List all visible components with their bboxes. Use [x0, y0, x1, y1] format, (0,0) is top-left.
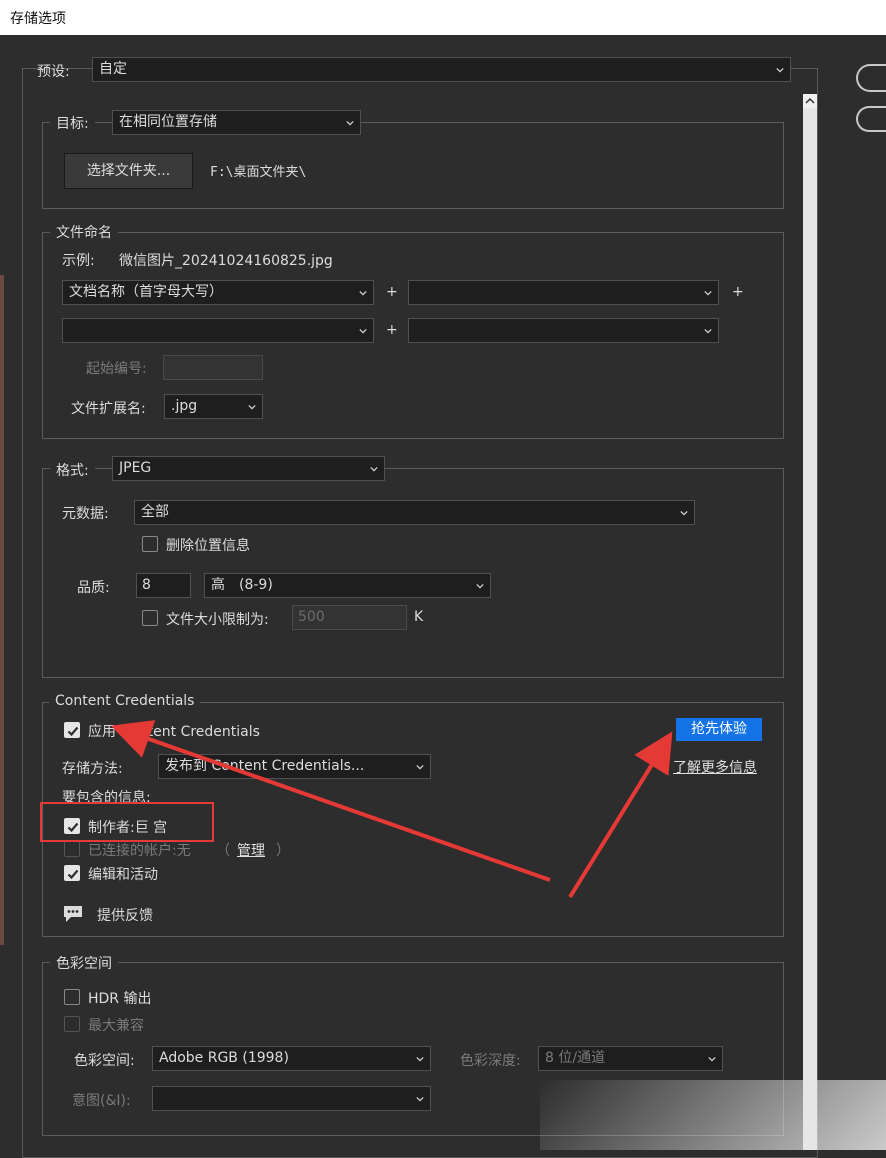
max-compat-checkbox[interactable] [64, 1016, 80, 1032]
chevron-down-icon [476, 582, 484, 590]
metadata-label: 元数据: [62, 506, 109, 522]
preset-select[interactable]: 自定 [92, 57, 791, 82]
manage-link[interactable]: 管理 [237, 840, 265, 860]
learn-more-link[interactable]: 了解更多信息 [673, 757, 757, 777]
storage-method-select[interactable]: 发布到 Content Credentials... [158, 754, 431, 779]
chevron-down-icon [416, 1055, 424, 1063]
speech-bubble-icon [64, 906, 82, 922]
chevron-down-icon [704, 289, 712, 297]
example-label: 示例: [62, 253, 95, 269]
hdr-label: HDR 输出 [88, 991, 152, 1007]
naming-field-2[interactable] [408, 280, 719, 305]
naming-field-4[interactable] [408, 318, 719, 343]
file-naming-legend: 文件命名 [50, 222, 118, 242]
chevron-down-icon [370, 465, 378, 473]
cancel-button-partial[interactable] [856, 106, 886, 132]
paren-close: ） [276, 843, 290, 859]
background-strip [0, 275, 4, 945]
color-depth-select[interactable]: 8 位/通道 [538, 1046, 723, 1071]
connected-account-checkbox[interactable] [64, 841, 80, 857]
chevron-down-icon [359, 289, 367, 297]
chevron-down-icon [708, 1055, 716, 1063]
ok-button-partial[interactable] [856, 64, 886, 92]
color-space-value: Adobe RGB (1998) [159, 1050, 289, 1066]
annotation-highlight-box [40, 802, 214, 842]
ext-label: 文件扩展名: [71, 401, 146, 417]
title-bar: 存储选项 [0, 0, 886, 35]
storage-method-label: 存储方法: [62, 761, 123, 777]
size-unit: K [414, 609, 424, 625]
content-credentials-legend: Content Credentials [49, 693, 201, 709]
edits-label: 编辑和活动 [88, 867, 158, 883]
intent-select[interactable] [152, 1086, 431, 1111]
example-value: 微信图片_20241024160825.jpg [119, 253, 333, 269]
chevron-down-icon [680, 509, 688, 517]
checkmark-icon [66, 724, 80, 738]
size-limit-label: 文件大小限制为: [166, 612, 269, 628]
edits-checkbox[interactable] [64, 865, 80, 881]
apply-cc-label: 应用 Content Credentials [88, 724, 260, 740]
color-depth-label: 色彩深度: [460, 1053, 521, 1069]
apply-cc-checkbox[interactable] [64, 722, 80, 738]
size-limit-checkbox[interactable] [142, 610, 158, 626]
folder-path: F:\桌面文件夹\ [210, 165, 307, 180]
chevron-down-icon [359, 327, 367, 335]
metadata-select[interactable]: 全部 [134, 500, 695, 525]
window-title: 存储选项 [10, 11, 66, 27]
metadata-value: 全部 [141, 504, 169, 520]
start-number-input[interactable] [163, 355, 263, 380]
choose-folder-button[interactable]: 选择文件夹... [64, 153, 193, 189]
scrollbar[interactable] [803, 94, 817, 1150]
plus-sign: + [732, 284, 744, 300]
quality-preset-value: 高 (8-9) [211, 577, 273, 593]
naming-field-1-value: 文档名称（首字母大写） [69, 284, 223, 300]
storage-method-value: 发布到 Content Credentials... [165, 758, 365, 774]
hdr-checkbox[interactable] [64, 989, 80, 1005]
checkmark-icon [66, 867, 80, 881]
start-number-label: 起始编号: [86, 361, 147, 377]
chevron-down-icon [416, 763, 424, 771]
naming-field-3[interactable] [62, 318, 374, 343]
quality-label: 品质: [77, 580, 110, 596]
max-compat-label: 最大兼容 [88, 1018, 144, 1034]
paren-open: （ [216, 843, 230, 859]
scroll-up-arrow-icon[interactable] [803, 94, 817, 108]
naming-field-1[interactable]: 文档名称（首字母大写） [62, 280, 374, 305]
color-space-select[interactable]: Adobe RGB (1998) [152, 1046, 431, 1071]
destination-select[interactable]: 在相同位置存储 [112, 110, 361, 135]
quality-input[interactable]: 8 [136, 573, 191, 598]
chevron-down-icon [776, 66, 784, 74]
chevron-down-icon [346, 119, 354, 127]
preset-label: 预设: [37, 64, 70, 80]
connected-account-label: 已连接的帐户:无 [88, 843, 191, 859]
color-space-legend: 色彩空间 [50, 953, 118, 973]
destination-value: 在相同位置存储 [119, 114, 217, 130]
preset-value: 自定 [99, 61, 127, 77]
format-value: JPEG [119, 460, 152, 476]
size-limit-input[interactable]: 500 [292, 605, 407, 630]
bottom-glow [540, 1080, 886, 1150]
ext-value: .jpg [171, 398, 198, 414]
remove-location-checkbox[interactable] [142, 536, 158, 552]
chevron-down-icon [248, 403, 256, 411]
format-select[interactable]: JPEG [112, 456, 385, 481]
destination-label: 目标: [50, 113, 95, 133]
remove-location-label: 删除位置信息 [166, 538, 250, 554]
color-depth-value: 8 位/通道 [545, 1050, 606, 1066]
feedback-link[interactable]: 提供反馈 [97, 905, 153, 925]
intent-label: 意图(&I): [72, 1093, 131, 1109]
quality-preset-select[interactable]: 高 (8-9) [204, 573, 491, 598]
ext-select[interactable]: .jpg [164, 394, 263, 419]
color-space-label: 色彩空间: [74, 1053, 135, 1069]
chevron-down-icon [416, 1095, 424, 1103]
plus-sign: + [386, 322, 398, 338]
early-access-button[interactable]: 抢先体验 [676, 718, 762, 741]
format-label: 格式: [50, 460, 95, 480]
chevron-down-icon [704, 327, 712, 335]
plus-sign: + [386, 284, 398, 300]
